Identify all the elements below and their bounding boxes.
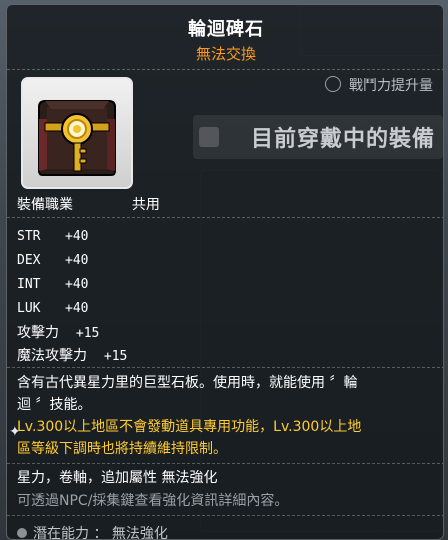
divider <box>7 367 443 368</box>
job-value: 共用 <box>131 197 160 213</box>
job-label: 裝備職業 <box>17 197 73 213</box>
equipped-compare-banner[interactable]: 目前穿戴中的裝備 <box>193 115 443 159</box>
combat-power-icon <box>325 76 341 92</box>
npc-hint: 可透過NPC/採集鍵查看強化資訊詳細內容。 <box>17 493 289 509</box>
stat-row-dex: DEX +40 <box>17 253 89 268</box>
potential-row: 潛在能力 ： 無法強化 <box>17 523 168 539</box>
potential-grade-icon <box>17 528 27 538</box>
item-icon-frame <box>21 77 133 189</box>
trade-status: 無法交換 <box>195 45 256 63</box>
attack-row: 攻擊力 +15 <box>17 325 100 341</box>
stat-row-luk: LUK +40 <box>17 301 89 316</box>
combat-power-label: 戰鬥力提升量 <box>325 75 433 95</box>
item-description: 含有古代異星力里的巨型石板。使用時，就能使用 〞輪 迴 〞技能。 <box>17 375 358 413</box>
divider <box>7 463 443 464</box>
divider <box>7 217 443 218</box>
magic-attack-row: 魔法攻擊力 +15 <box>17 348 128 364</box>
divider <box>7 515 443 516</box>
reincarnation-stone-icon <box>38 100 116 176</box>
job-row: 裝備職業 共用 <box>17 194 160 214</box>
stat-row-str: STR +40 <box>17 229 89 244</box>
divider <box>7 69 443 70</box>
stat-row-int: INT +40 <box>17 277 89 292</box>
item-tooltip: 輪迴碑石 無法交換 戰鬥力提升量 目前穿戴中的裝備 裝備職業 共用 STR +4… <box>6 4 444 540</box>
enhancement-status: 星力，卷軸，追加屬性 無法強化 <box>17 470 218 486</box>
info-icon <box>199 127 219 147</box>
item-name: 輪迴碑石 <box>188 19 264 40</box>
level-restriction-warning: Lv.300以上地區不會發動道具專用功能，Lv.300以上地 區等級下調時也將持… <box>17 419 362 457</box>
